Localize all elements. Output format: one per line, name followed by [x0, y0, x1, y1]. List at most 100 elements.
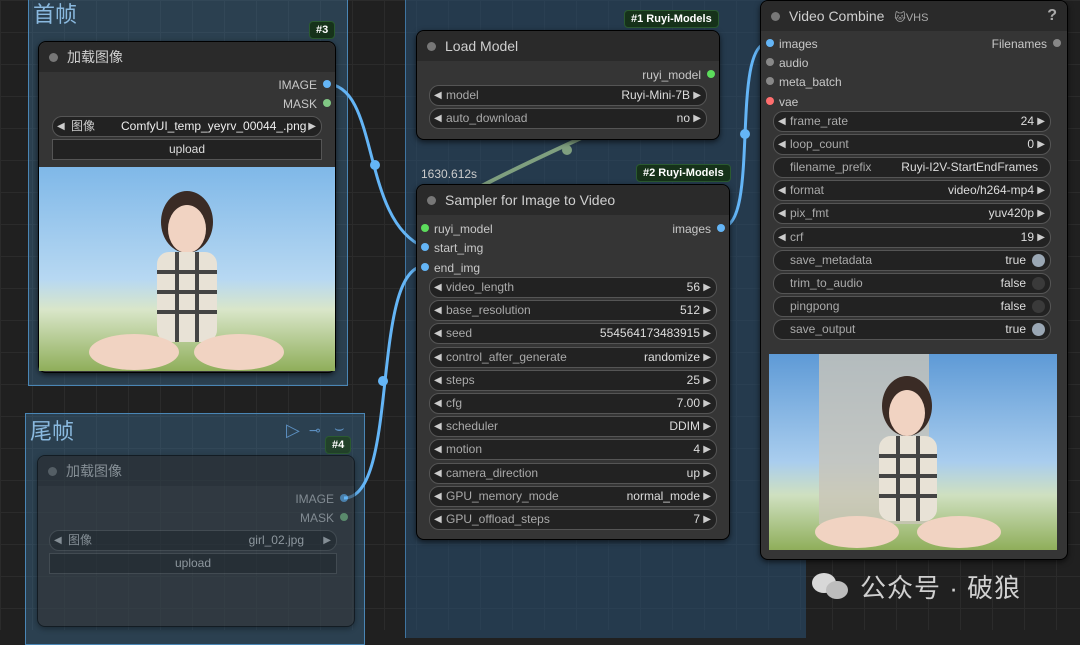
widget-auto-download[interactable]: ◀ auto_download no ▶	[429, 108, 707, 129]
toggle-off-icon[interactable]	[1032, 276, 1045, 290]
input-slot-start-img[interactable]: start_img	[421, 241, 483, 255]
toggle-on-icon[interactable]	[1032, 253, 1045, 267]
arrow-left-icon[interactable]: ◀	[54, 531, 62, 550]
widget-pix-fmt[interactable]: ◀ pix_fmt yuv420p ▶	[773, 203, 1051, 225]
widget-save-output[interactable]: save_output true	[773, 318, 1051, 340]
arrow-right-icon[interactable]: ▶	[703, 510, 711, 529]
arrow-right-icon[interactable]: ▶	[1037, 228, 1045, 247]
node-title-bar[interactable]: Sampler for Image to Video	[417, 185, 729, 215]
widget-scheduler[interactable]: ◀ scheduler DDIM ▶	[429, 416, 717, 438]
widget-pingpong[interactable]: pingpong false	[773, 295, 1051, 317]
output-slot-image[interactable]: IMAGE	[278, 78, 331, 92]
sampler-node[interactable]: Sampler for Image to Video ruyi_model st…	[416, 184, 730, 540]
widget-filename-prefix[interactable]: filename_prefix Ruyi-I2V-StartEndFrames	[773, 157, 1051, 179]
widget-control-after-generate[interactable]: ◀ control_after_generate randomize ▶	[429, 346, 717, 368]
arrow-right-icon[interactable]: ▶	[703, 371, 711, 390]
output-slot-ruyi-model[interactable]: ruyi_model	[642, 68, 715, 82]
input-slot-ruyi-model[interactable]: ruyi_model	[421, 222, 493, 236]
arrow-right-icon[interactable]: ▶	[1037, 181, 1045, 200]
arrow-right-icon[interactable]: ▶	[693, 109, 701, 128]
arrow-left-icon[interactable]: ◀	[778, 135, 786, 154]
node-title-bar[interactable]: Load Model	[417, 31, 719, 61]
arrow-left-icon[interactable]: ◀	[778, 204, 786, 223]
input-slot-audio[interactable]: audio	[766, 56, 808, 70]
arrow-right-icon[interactable]: ▶	[703, 440, 711, 459]
output-slot-mask[interactable]: MASK	[283, 97, 331, 111]
arrow-left-icon[interactable]: ◀	[434, 417, 442, 436]
arrow-left-icon[interactable]: ◀	[778, 228, 786, 247]
input-slot-meta-batch[interactable]: meta_batch	[766, 75, 842, 89]
arrow-right-icon[interactable]: ▶	[1037, 112, 1045, 131]
arrow-right-icon[interactable]: ▶	[703, 487, 711, 506]
arrow-left-icon[interactable]: ◀	[434, 324, 442, 343]
widget-model[interactable]: ◀ model Ruyi-Mini-7B ▶	[429, 85, 707, 106]
arrow-left-icon[interactable]: ◀	[434, 394, 442, 413]
node-title-bar[interactable]: 加载图像	[39, 42, 335, 72]
arrow-right-icon[interactable]: ▶	[1037, 135, 1045, 154]
load-image-node-last[interactable]: 加载图像 IMAGE MASK ◀ 图像 girl_02.jpg ▶ uploa…	[37, 455, 355, 627]
arrow-right-icon[interactable]: ▶	[1037, 204, 1045, 223]
collapse-dot[interactable]	[427, 42, 436, 51]
arrow-right-icon[interactable]: ▶	[323, 531, 331, 550]
video-combine-node[interactable]: Video Combine 🐱VHS ? images audio meta_b…	[760, 0, 1068, 560]
widget-seed[interactable]: ◀ seed 554564173483915 ▶	[429, 323, 717, 345]
input-slot-images[interactable]: images	[766, 37, 818, 51]
image-combo[interactable]: ◀ 图像 ComfyUI_temp_yeyrv_00044_.png ▶	[52, 116, 322, 137]
load-model-node[interactable]: Load Model ruyi_model ◀ model Ruyi-Mini-7B…	[416, 30, 720, 140]
widget-cfg[interactable]: ◀ cfg 7.00 ▶	[429, 393, 717, 414]
arrow-left-icon[interactable]: ◀	[434, 440, 442, 459]
widget-gpu-memory-mode[interactable]: ◀ GPU_memory_mode normal_mode ▶	[429, 485, 717, 507]
input-slot-vae[interactable]: vae	[766, 95, 798, 109]
output-slot-images[interactable]: images	[672, 222, 725, 236]
arrow-right-icon[interactable]: ▶	[703, 301, 711, 320]
toggle-on-icon[interactable]	[1032, 322, 1045, 336]
widget-camera-direction[interactable]: ◀ camera_direction up ▶	[429, 462, 717, 484]
arrow-right-icon[interactable]: ▶	[703, 348, 711, 367]
widget-gpu-offload-steps[interactable]: ◀ GPU_offload_steps 7 ▶	[429, 509, 717, 530]
widget-frame-rate[interactable]: ◀ frame_rate 24 ▶	[773, 111, 1051, 132]
arrow-left-icon[interactable]: ◀	[434, 510, 442, 529]
input-slot-end-img[interactable]: end_img	[421, 261, 480, 275]
arrow-left-icon[interactable]: ◀	[434, 348, 442, 367]
widget-crf[interactable]: ◀ crf 19 ▶	[773, 226, 1051, 248]
preview-video[interactable]	[769, 354, 1057, 550]
arrow-left-icon[interactable]: ◀	[778, 181, 786, 200]
arrow-right-icon[interactable]: ▶	[693, 86, 701, 105]
output-slot-mask[interactable]: MASK	[300, 511, 348, 525]
arrow-left-icon[interactable]: ◀	[434, 301, 442, 320]
widget-base-resolution[interactable]: ◀ base_resolution 512 ▶	[429, 300, 717, 322]
collapse-dot[interactable]	[49, 53, 58, 62]
arrow-right-icon[interactable]: ▶	[703, 394, 711, 413]
collapse-dot[interactable]	[427, 196, 436, 205]
arrow-left-icon[interactable]: ◀	[434, 487, 442, 506]
widget-trim-to-audio[interactable]: trim_to_audio false	[773, 272, 1051, 294]
collapse-dot[interactable]	[48, 467, 57, 476]
widget-video-length[interactable]: ◀ video_length 56 ▶	[429, 277, 717, 298]
collapse-dot[interactable]	[771, 12, 780, 21]
widget-save-metadata[interactable]: save_metadata true	[773, 249, 1051, 271]
arrow-left-icon[interactable]: ◀	[434, 86, 442, 105]
node-title-bar[interactable]: 加载图像	[38, 456, 354, 486]
arrow-left-icon[interactable]: ◀	[778, 112, 786, 131]
arrow-left-icon[interactable]: ◀	[434, 109, 442, 128]
widget-loop-count[interactable]: ◀ loop_count 0 ▶	[773, 134, 1051, 156]
arrow-left-icon[interactable]: ◀	[57, 117, 65, 136]
widget-steps[interactable]: ◀ steps 25 ▶	[429, 369, 717, 391]
output-slot-filenames[interactable]: Filenames	[992, 37, 1061, 51]
help-icon[interactable]: ?	[1047, 1, 1057, 31]
widget-format[interactable]: ◀ format video/h264-mp4 ▶	[773, 180, 1051, 202]
upload-button[interactable]: upload	[49, 553, 337, 574]
arrow-right-icon[interactable]: ▶	[703, 417, 711, 436]
arrow-right-icon[interactable]: ▶	[703, 278, 711, 297]
image-combo[interactable]: ◀ 图像 girl_02.jpg ▶	[49, 530, 337, 551]
arrow-left-icon[interactable]: ◀	[434, 371, 442, 390]
arrow-left-icon[interactable]: ◀	[434, 278, 442, 297]
arrow-left-icon[interactable]: ◀	[434, 464, 442, 483]
arrow-right-icon[interactable]: ▶	[703, 324, 711, 343]
widget-motion[interactable]: ◀ motion 4 ▶	[429, 439, 717, 461]
arrow-right-icon[interactable]: ▶	[703, 464, 711, 483]
load-image-node-first[interactable]: 加载图像 IMAGE MASK ◀ 图像 ComfyUI_temp_yeyrv_…	[38, 41, 336, 373]
output-slot-image[interactable]: IMAGE	[295, 492, 348, 506]
upload-button[interactable]: upload	[52, 139, 322, 160]
toggle-off-icon[interactable]	[1032, 299, 1045, 313]
